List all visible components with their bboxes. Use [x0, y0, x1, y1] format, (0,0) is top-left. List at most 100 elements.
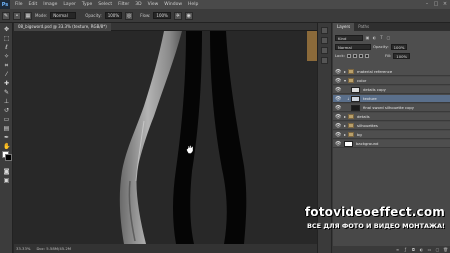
- eyedropper-tool-icon[interactable]: ⁄: [3, 71, 10, 78]
- menu-edit[interactable]: Edit: [26, 2, 41, 7]
- layer-style-icon[interactable]: ƒ: [403, 247, 408, 252]
- layer-row[interactable]: 👁 background: [333, 140, 450, 148]
- lasso-tool-icon[interactable]: ℓ: [3, 44, 10, 51]
- blend-row: Normal Opacity: 100%: [335, 43, 408, 50]
- add-mask-icon[interactable]: ◘: [411, 247, 416, 252]
- hand-cursor-icon: [186, 145, 194, 154]
- menu-view[interactable]: View: [145, 2, 162, 7]
- eraser-tool-icon[interactable]: ▭: [3, 116, 10, 123]
- layer-row[interactable]: 👁 ▸ material reference: [333, 68, 450, 76]
- filter-type-icon[interactable]: T: [379, 35, 384, 40]
- flow-field[interactable]: 100%: [153, 12, 171, 19]
- document-tab-bar: 08_bigsword.psd @ 33.3% (texture, RGB/8*…: [14, 23, 317, 31]
- document-size: Doc: 5.58M/45.2M: [36, 246, 72, 251]
- visibility-eye-icon[interactable]: 👁: [335, 123, 341, 129]
- visibility-eye-icon[interactable]: 👁: [335, 132, 341, 138]
- layer-name: color: [357, 78, 367, 83]
- filter-shape-icon[interactable]: ▢: [386, 35, 391, 40]
- tab-paths[interactable]: Paths: [354, 23, 373, 31]
- lock-position-checkbox[interactable]: [358, 53, 363, 58]
- menu-help[interactable]: Help: [185, 2, 201, 7]
- layer-row[interactable]: 👁 ▸ silhouettes: [333, 122, 450, 130]
- airbrush-icon[interactable]: ✈: [173, 11, 182, 20]
- quick-mask-icon[interactable]: ◙: [3, 168, 10, 175]
- lock-label: Lock:: [335, 53, 345, 58]
- filter-adjust-icon[interactable]: ◐: [372, 35, 377, 40]
- close-button[interactable]: ×: [442, 1, 448, 7]
- history-panel-icon[interactable]: [321, 27, 328, 34]
- folder-icon: [348, 132, 354, 137]
- menu-3d[interactable]: 3D: [132, 2, 144, 7]
- menu-type[interactable]: Type: [79, 2, 95, 7]
- visibility-eye-icon[interactable]: 👁: [335, 141, 341, 147]
- quick-select-tool-icon[interactable]: ✧: [3, 53, 10, 60]
- brush-tool-icon[interactable]: ✎: [3, 89, 10, 96]
- visibility-eye-icon[interactable]: 👁: [335, 78, 341, 84]
- folder-icon: [348, 69, 354, 74]
- clone-stamp-tool-icon[interactable]: ⊥: [3, 98, 10, 105]
- visibility-eye-icon[interactable]: 👁: [335, 114, 341, 120]
- filter-pixel-icon[interactable]: ▣: [365, 35, 370, 40]
- pressure-opacity-icon[interactable]: ◎: [125, 11, 134, 20]
- link-layers-icon[interactable]: ∞: [395, 247, 400, 252]
- lock-all-checkbox[interactable]: [364, 53, 369, 58]
- maximize-button[interactable]: □: [433, 1, 439, 7]
- layer-row[interactable]: 👁 ▸ details: [333, 113, 450, 121]
- menu-select[interactable]: Select: [95, 2, 115, 7]
- opacity-field[interactable]: 100%: [104, 12, 123, 19]
- new-group-icon[interactable]: ▭: [427, 247, 432, 252]
- layer-opacity-field[interactable]: 100%: [390, 43, 408, 50]
- swatches-panel-icon[interactable]: [321, 47, 328, 54]
- background-color-swatch[interactable]: [5, 154, 12, 161]
- menu-filter[interactable]: Filter: [115, 2, 132, 7]
- panel-tabs: Layers Paths: [333, 23, 450, 31]
- brush-panel-icon[interactable]: ▦: [24, 11, 32, 20]
- marquee-tool-icon[interactable]: ⬚: [3, 35, 10, 42]
- layer-row[interactable]: 👁 details copy: [333, 86, 450, 94]
- layer-name: details: [357, 114, 370, 119]
- zoom-level[interactable]: 33.33%: [16, 246, 30, 251]
- visibility-eye-icon[interactable]: 👁: [335, 87, 341, 93]
- gradient-tool-icon[interactable]: ▤: [3, 125, 10, 132]
- layer-row[interactable]: 👁 ▸ bg: [333, 131, 450, 139]
- visibility-eye-icon[interactable]: 👁: [335, 105, 341, 111]
- crop-tool-icon[interactable]: ⌗: [3, 62, 10, 69]
- screen-mode-icon[interactable]: ▣: [3, 177, 10, 184]
- hand-tool-icon[interactable]: ✋: [3, 143, 10, 150]
- kind-filter-select[interactable]: Kind: [335, 34, 363, 41]
- menu-file[interactable]: File: [12, 2, 26, 7]
- healing-tool-icon[interactable]: ✚: [3, 80, 10, 87]
- properties-panel-icon[interactable]: [321, 37, 328, 44]
- tab-layers[interactable]: Layers: [333, 23, 355, 31]
- lock-pixels-checkbox[interactable]: [352, 53, 357, 58]
- pen-tool-icon[interactable]: ✒: [3, 134, 10, 141]
- minimize-button[interactable]: –: [424, 1, 430, 7]
- lock-transparent-checkbox[interactable]: [346, 53, 351, 58]
- silhouette-right-shape: [210, 31, 247, 244]
- canvas[interactable]: [14, 31, 317, 244]
- new-layer-icon[interactable]: ▢: [435, 247, 440, 252]
- brush-panel-icon[interactable]: [321, 57, 328, 64]
- brush-size-icon[interactable]: •: [13, 11, 21, 20]
- photoshop-logo: Ps: [0, 0, 10, 9]
- mode-select[interactable]: Normal: [50, 12, 77, 19]
- layer-row[interactable]: 👁 final sword silhouette copy: [333, 104, 450, 112]
- sword-artwork: [119, 31, 317, 244]
- visibility-eye-icon[interactable]: 👁: [335, 96, 341, 102]
- adjustment-layer-icon[interactable]: ◐: [419, 247, 424, 252]
- move-tool-icon[interactable]: ✥: [3, 26, 10, 33]
- delete-layer-icon[interactable]: 🗑: [443, 247, 448, 252]
- menu-image[interactable]: Image: [40, 2, 60, 7]
- brush-tool-preset-icon[interactable]: ✎: [2, 11, 10, 20]
- visibility-eye-icon[interactable]: 👁: [335, 69, 341, 75]
- fill-field[interactable]: 100%: [393, 52, 411, 59]
- document-tab[interactable]: 08_bigsword.psd @ 33.3% (texture, RGB/8*…: [14, 23, 111, 31]
- layer-row[interactable]: 👁 ▾ color: [333, 77, 450, 85]
- menu-layer[interactable]: Layer: [60, 2, 79, 7]
- layer-row-selected[interactable]: 👁 ↓ texture: [333, 95, 450, 103]
- menu-window[interactable]: Window: [161, 2, 185, 7]
- pressure-size-icon[interactable]: ◉: [184, 11, 193, 20]
- lock-row: Lock: Fill: 100%: [335, 52, 411, 59]
- history-brush-tool-icon[interactable]: ↺: [3, 107, 10, 114]
- blend-mode-select[interactable]: Normal: [335, 43, 371, 50]
